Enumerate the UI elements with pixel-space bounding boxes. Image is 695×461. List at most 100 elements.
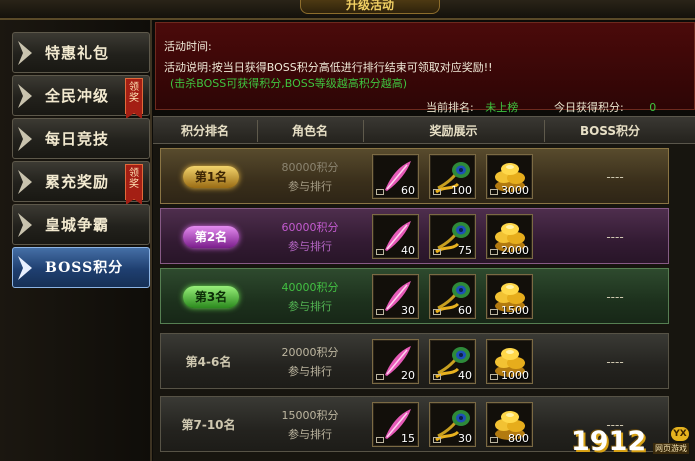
current-rank: 当前排名: 未上榜 <box>426 99 518 115</box>
rank-label: 第7-10名 <box>181 418 236 432</box>
table-row: 第3名 40000积分 参与排行 30 60 1500 ---- <box>160 268 669 324</box>
bound-lock-icon <box>433 437 441 443</box>
event-hint: (击杀BOSS可获得积分,BOSS等级越高积分越高) <box>170 77 408 90</box>
bound-lock-icon <box>490 189 498 195</box>
rank-emblem: 第2名 <box>183 226 239 248</box>
sidebar-item-label: BOSS积分 <box>45 260 124 276</box>
bound-lock-icon <box>433 189 441 195</box>
event-desc-text: 按当日获得BOSS积分高低进行排行结束可领取对应奖励!! <box>211 61 493 74</box>
reward-count: 100 <box>451 184 472 197</box>
table-header: 积分排名 角色名 奖励展示 BOSS积分 <box>153 116 695 144</box>
sidebar-item-label: 每日竞技 <box>45 130 110 148</box>
required-points: 15000积分 <box>281 409 339 422</box>
sidebar-item-royal-siege[interactable]: 皇城争霸 <box>12 204 150 245</box>
reward-count: 2000 <box>501 244 529 257</box>
reward-slot[interactable]: 2000 <box>486 214 533 259</box>
arrow-icon <box>18 256 32 280</box>
header-rank: 积分排名 <box>180 124 229 138</box>
join-ranking-text: 参与排行 <box>288 240 332 253</box>
reward-slot[interactable]: 20 <box>372 339 419 384</box>
reward-count: 40 <box>458 369 472 382</box>
join-ranking-text: 参与排行 <box>288 300 332 313</box>
reward-count: 30 <box>401 304 415 317</box>
join-ranking-text: 参与排行 <box>288 428 332 441</box>
reward-count: 800 <box>508 432 529 445</box>
bound-lock-icon <box>433 374 441 380</box>
header-rewards: 奖励展示 <box>429 124 478 138</box>
arrow-icon <box>18 213 32 237</box>
reward-count: 60 <box>401 184 415 197</box>
reward-slot[interactable]: 40 <box>429 339 476 384</box>
boss-points-value: ---- <box>606 230 624 244</box>
event-time-label: 活动时间: <box>164 40 212 53</box>
sidebar-item-label: 全民冲级 <box>45 87 110 105</box>
reward-slot[interactable]: 30 <box>429 402 476 447</box>
required-points: 20000积分 <box>281 346 339 359</box>
current-rank-value: 未上榜 <box>485 101 519 114</box>
reward-slot[interactable]: 60 <box>372 154 419 199</box>
reward-slot[interactable]: 40 <box>372 214 419 259</box>
rank-requirement: 15000积分 参与排行 <box>259 406 361 444</box>
reward-count: 1000 <box>501 369 529 382</box>
reward-count: 40 <box>401 244 415 257</box>
boss-points-value: ---- <box>606 290 624 304</box>
bound-lock-icon <box>490 374 498 380</box>
sidebar-item-label: 皇城争霸 <box>45 216 110 234</box>
reward-slot[interactable]: 1000 <box>486 339 533 384</box>
reward-count: 3000 <box>501 184 529 197</box>
required-points: 80000积分 <box>281 161 339 174</box>
event-desc-line: 活动说明:按当日获得BOSS积分高低进行排行结束可领取对应奖励!! <box>164 59 493 75</box>
claim-reward-badge: 领奖 <box>125 164 143 205</box>
sidebar-item-level-up[interactable]: 全民冲级 领奖 <box>12 75 150 119</box>
bound-lock-icon <box>376 437 384 443</box>
arrow-icon <box>18 127 32 151</box>
bound-lock-icon <box>490 437 498 443</box>
table-row: 第1名 80000积分 参与排行 60 100 3000 ---- <box>160 148 669 204</box>
sidebar: 特惠礼包 全民冲级 领奖 每日竞技 累充奖励 领奖 皇城争霸 BOSS积分 <box>0 20 152 461</box>
reward-slot[interactable]: 1500 <box>486 274 533 319</box>
today-points-value: 0 <box>649 101 657 114</box>
reward-slot[interactable]: 15 <box>372 402 419 447</box>
rank-emblem: 第3名 <box>183 286 239 308</box>
sidebar-item-label: 累充奖励 <box>45 173 110 191</box>
reward-slot[interactable]: 3000 <box>486 154 533 199</box>
reward-slot[interactable]: 800 <box>486 402 533 447</box>
event-time-line: 活动时间: <box>164 38 212 54</box>
bound-lock-icon <box>376 249 384 255</box>
current-rank-label: 当前排名: <box>426 101 474 114</box>
sidebar-item-special-gift[interactable]: 特惠礼包 <box>12 32 150 73</box>
page-title: 升级活动 <box>300 0 440 14</box>
rank-requirement: 20000积分 参与排行 <box>259 343 361 381</box>
bound-lock-icon <box>433 249 441 255</box>
watermark-tag: YX <box>671 427 689 441</box>
bound-lock-icon <box>490 309 498 315</box>
arrow-icon <box>18 170 32 194</box>
bound-lock-icon <box>376 374 384 380</box>
today-points-label: 今日获得积分: <box>554 101 624 114</box>
boss-points-value: ---- <box>606 170 624 184</box>
required-points: 40000积分 <box>281 281 339 294</box>
sidebar-item-recharge-reward[interactable]: 累充奖励 领奖 <box>12 161 150 205</box>
header-role-name: 角色名 <box>291 124 328 138</box>
sidebar-item-boss-points[interactable]: BOSS积分 <box>12 247 150 288</box>
event-info-panel: 活动时间: 活动说明:按当日获得BOSS积分高低进行排行结束可领取对应奖励!! … <box>155 22 695 114</box>
bound-lock-icon <box>376 189 384 195</box>
sidebar-item-daily-arena[interactable]: 每日竞技 <box>12 118 150 159</box>
bound-lock-icon <box>376 309 384 315</box>
reward-slot[interactable]: 75 <box>429 214 476 259</box>
watermark-subtitle: 网页游戏 <box>653 443 689 454</box>
reward-slot[interactable]: 60 <box>429 274 476 319</box>
watermark-number: 1912 <box>571 426 647 457</box>
reward-count: 1500 <box>501 304 529 317</box>
reward-count: 15 <box>401 432 415 445</box>
sidebar-item-label: 特惠礼包 <box>45 44 110 62</box>
event-desc-label: 活动说明: <box>164 61 212 74</box>
reward-slot[interactable]: 100 <box>429 154 476 199</box>
rank-requirement: 60000积分 参与排行 <box>259 218 361 256</box>
rank-emblem: 第1名 <box>183 166 239 188</box>
reward-count: 30 <box>458 432 472 445</box>
reward-slot[interactable]: 30 <box>372 274 419 319</box>
top-bar: 升级活动 <box>0 0 695 20</box>
table-row: 第4-6名 20000积分 参与排行 20 40 1000 ---- <box>160 333 669 389</box>
rank-requirement: 80000积分 参与排行 <box>259 158 361 196</box>
